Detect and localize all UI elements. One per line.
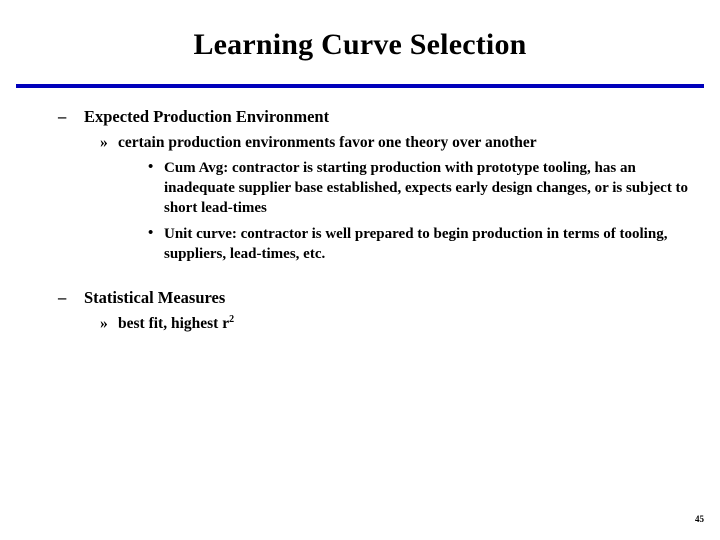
bullet-level3-cum-avg: • Cum Avg: contractor is starting produc… <box>148 159 704 219</box>
bullet-level2-best-fit: » best fit, highest r2 <box>100 314 704 334</box>
r-squared-superscript: 2 <box>229 313 235 325</box>
title-divider <box>16 84 704 88</box>
slide-number: 45 <box>695 514 704 524</box>
bullet-level1-statistical-measures: – Statistical Measures <box>58 287 704 308</box>
bullet-level1-label: Expected Production Environment <box>84 107 330 126</box>
bullet-level3-label: Cum Avg: contractor is starting producti… <box>164 159 689 216</box>
slide-body: – Expected Production Environment » cert… <box>44 106 704 334</box>
guillemet-bullet-icon: » <box>100 134 108 152</box>
slide: Learning Curve Selection – Expected Prod… <box>0 0 720 540</box>
bullet-level3-label: Unit curve: contractor is well prepared … <box>164 225 668 262</box>
bullet-level1-expected-production-environment: – Expected Production Environment <box>58 106 704 127</box>
bullet-level2-label: best fit, highest r <box>118 314 230 332</box>
bullet-level2-label: certain production environments favor on… <box>118 134 537 152</box>
bullet-level1-label: Statistical Measures <box>84 287 226 307</box>
page-title: Learning Curve Selection <box>193 28 527 61</box>
dash-bullet-icon: – <box>58 107 67 126</box>
guillemet-bullet-icon: » <box>100 314 108 332</box>
dot-bullet-icon: • <box>148 224 154 241</box>
bullet-level3-unit-curve: • Unit curve: contractor is well prepare… <box>148 225 704 265</box>
dot-bullet-icon: • <box>148 158 154 175</box>
dash-bullet-icon: – <box>58 287 67 307</box>
bullet-level2-production-environments: » certain production environments favor … <box>100 133 704 153</box>
